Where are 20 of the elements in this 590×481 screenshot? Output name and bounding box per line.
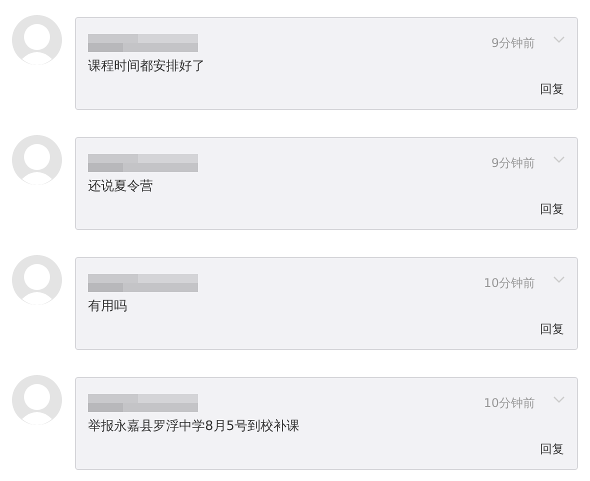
chevron-down-icon[interactable] [553,396,565,404]
comment-text: 有用吗 [88,298,128,316]
comment-time: 9分钟前 [491,35,535,52]
comment-time: 10分钟前 [484,275,535,292]
chevron-down-icon[interactable] [553,156,565,164]
reply-button[interactable]: 回复 [540,321,564,337]
avatar-icon [12,375,62,425]
comment-time: 9分钟前 [491,155,535,172]
reply-button[interactable]: 回复 [540,441,564,457]
reply-button[interactable]: 回复 [540,81,564,97]
comment-text: 举报永嘉县罗浮中学8月5号到校补课 [88,418,301,436]
chevron-down-icon[interactable] [553,276,565,284]
avatar-icon [12,255,62,305]
avatar-icon [12,135,62,185]
chevron-down-icon[interactable] [553,36,565,44]
avatar-icon [12,15,62,65]
reply-button[interactable]: 回复 [540,201,564,217]
comment-time: 10分钟前 [484,395,535,412]
comment-text: 还说夏令营 [88,178,154,196]
comment-text: 课程时间都安排好了 [88,58,206,76]
